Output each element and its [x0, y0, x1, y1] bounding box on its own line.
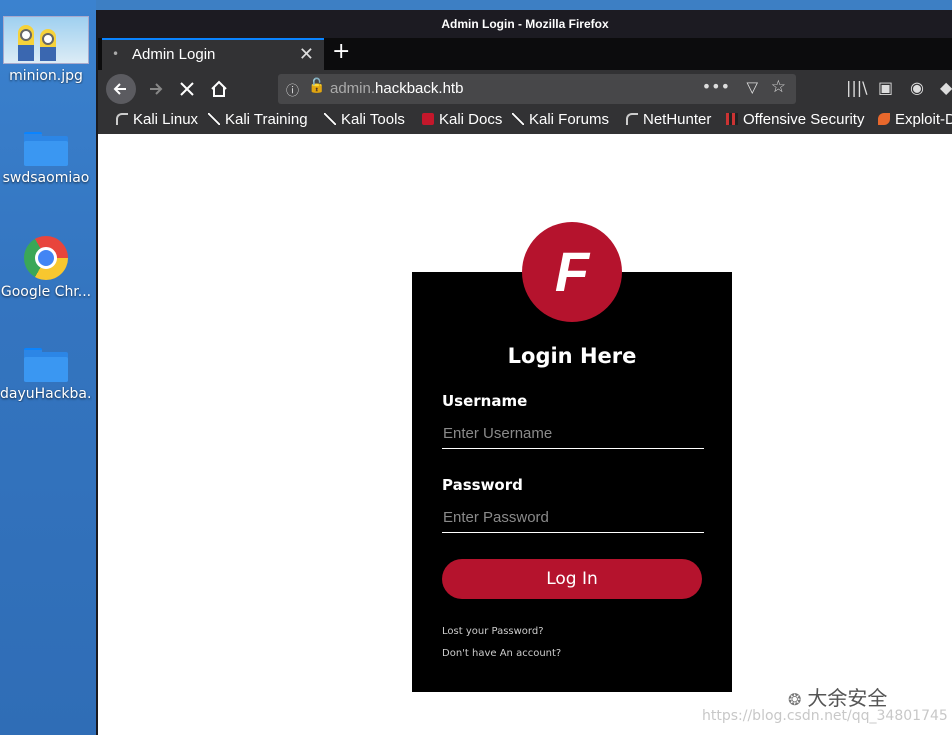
login-card: Login Here Username Password Log In Lost… — [412, 272, 732, 692]
info-icon[interactable]: ⓘ — [286, 80, 299, 99]
login-title: Login Here — [507, 344, 637, 368]
desktop-icon-minion[interactable]: minion.jpg — [0, 16, 92, 84]
kali-dragon-icon — [116, 113, 128, 125]
bookmark-kali-forums[interactable]: Kali Forums — [512, 111, 609, 128]
extension-icon[interactable]: ◆ — [940, 78, 952, 97]
forward-arrow-icon — [150, 83, 163, 95]
brand-logo-icon: F — [522, 222, 622, 322]
kali-sword-icon — [512, 113, 524, 125]
kali-sword-icon — [208, 113, 220, 125]
bookmark-label: Kali Tools — [341, 111, 405, 128]
offsec-icon — [726, 113, 738, 125]
window-title: Admin Login - Mozilla Firefox — [98, 10, 952, 38]
tab-loading-dot-icon: • — [112, 47, 120, 61]
bookmark-label: Exploit-D — [895, 111, 952, 128]
desktop-icon-google-chrome[interactable]: Google Chr... — [0, 236, 92, 300]
desktop-icon-dayuhackback[interactable]: dayuHackba... — [0, 348, 92, 402]
wechat-icon: ❂ — [788, 690, 802, 709]
bookmark-star-icon[interactable]: ☆ — [771, 77, 786, 97]
bookmark-exploit-db[interactable]: Exploit-D — [878, 111, 952, 128]
page-actions-icon[interactable]: ••• — [702, 77, 730, 96]
bookmark-kali-training[interactable]: Kali Training — [208, 111, 308, 128]
forward-button[interactable] — [140, 74, 170, 104]
pocket-icon[interactable]: ▽ — [746, 78, 758, 96]
url-subdomain: admin. — [330, 80, 376, 97]
home-button[interactable] — [204, 74, 234, 104]
desktop-icon-label: minion.jpg — [9, 68, 83, 84]
username-input[interactable] — [442, 419, 704, 449]
watermark-brand-text: 大余安全 — [807, 686, 888, 710]
lost-password-link[interactable]: Lost your Password? — [442, 626, 544, 637]
desktop-icon-swdsaomiao[interactable]: swdsaomiao — [0, 132, 92, 186]
watermark-brand: ❂ 大余安全 — [788, 682, 887, 711]
bookmark-label: NetHunter — [643, 111, 712, 128]
desktop: minion.jpg swdsaomiao Google Chr... dayu… — [0, 0, 96, 735]
insecure-lock-icon[interactable]: 🔓 — [308, 78, 325, 94]
register-link[interactable]: Don't have An account? — [442, 648, 561, 659]
kali-dragon-icon — [626, 113, 638, 125]
image-thumbnail-icon — [3, 16, 89, 64]
bookmark-label: Kali Forums — [529, 111, 610, 128]
firefox-window: Admin Login - Mozilla Firefox • Admin Lo… — [96, 10, 952, 735]
bookmark-label: Kali Linux — [133, 111, 199, 128]
url-bar[interactable]: ⓘ 🔓 admin.hackback.htb ••• ▽ ☆ — [278, 74, 796, 104]
bookmark-label: Kali Docs — [439, 111, 503, 128]
tab-label: Admin Login — [132, 46, 216, 63]
bookmark-kali-linux[interactable]: Kali Linux — [116, 111, 198, 128]
folder-icon — [24, 348, 68, 382]
watermark-url: https://blog.csdn.net/qq_34801745 — [702, 708, 948, 724]
username-label: Username — [442, 392, 528, 410]
new-tab-button[interactable]: + — [332, 39, 350, 64]
desktop-icon-label: swdsaomiao — [2, 170, 90, 186]
close-tab-icon[interactable]: ✕ — [299, 44, 314, 65]
library-icon[interactable]: |||\ — [846, 78, 868, 97]
page-content: Login Here Username Password Log In Lost… — [98, 134, 952, 735]
exploit-db-icon — [878, 113, 890, 125]
back-button[interactable] — [106, 74, 136, 104]
stop-button[interactable] — [172, 74, 202, 104]
url-domain: hackback.htb — [375, 80, 464, 97]
desktop-icon-label: Google Chr... — [0, 284, 92, 300]
bookmark-offensive-security[interactable]: Offensive Security — [726, 111, 864, 128]
desktop-icon-label: dayuHackba... — [0, 386, 92, 402]
navigation-bar: ⓘ 🔓 admin.hackback.htb ••• ▽ ☆ |||\ ▣ ◉ … — [98, 70, 952, 108]
home-icon — [211, 80, 227, 97]
kali-docs-icon — [422, 113, 434, 125]
kali-sword-icon — [324, 113, 336, 125]
bookmark-kali-tools[interactable]: Kali Tools — [324, 111, 405, 128]
bookmarks-toolbar: Kali Linux Kali Training Kali Tools Kali… — [98, 108, 952, 134]
stop-x-icon — [180, 82, 194, 96]
tab-admin-login[interactable]: • Admin Login ✕ — [102, 38, 324, 70]
chrome-icon — [24, 236, 68, 280]
folder-icon — [24, 132, 68, 166]
tab-bar: • Admin Login ✕ + — [98, 38, 952, 70]
login-button[interactable]: Log In — [442, 559, 702, 599]
sidebar-icon[interactable]: ▣ — [878, 78, 893, 97]
bookmark-nethunter[interactable]: NetHunter — [626, 111, 711, 128]
account-icon[interactable]: ◉ — [910, 78, 924, 97]
bookmark-label: Kali Training — [225, 111, 308, 128]
back-arrow-icon — [113, 83, 126, 95]
password-label: Password — [442, 476, 523, 494]
url-text[interactable]: admin.hackback.htb — [330, 80, 463, 97]
password-input[interactable] — [442, 503, 704, 533]
bookmark-kali-docs[interactable]: Kali Docs — [422, 111, 502, 128]
bookmark-label: Offensive Security — [743, 111, 865, 128]
